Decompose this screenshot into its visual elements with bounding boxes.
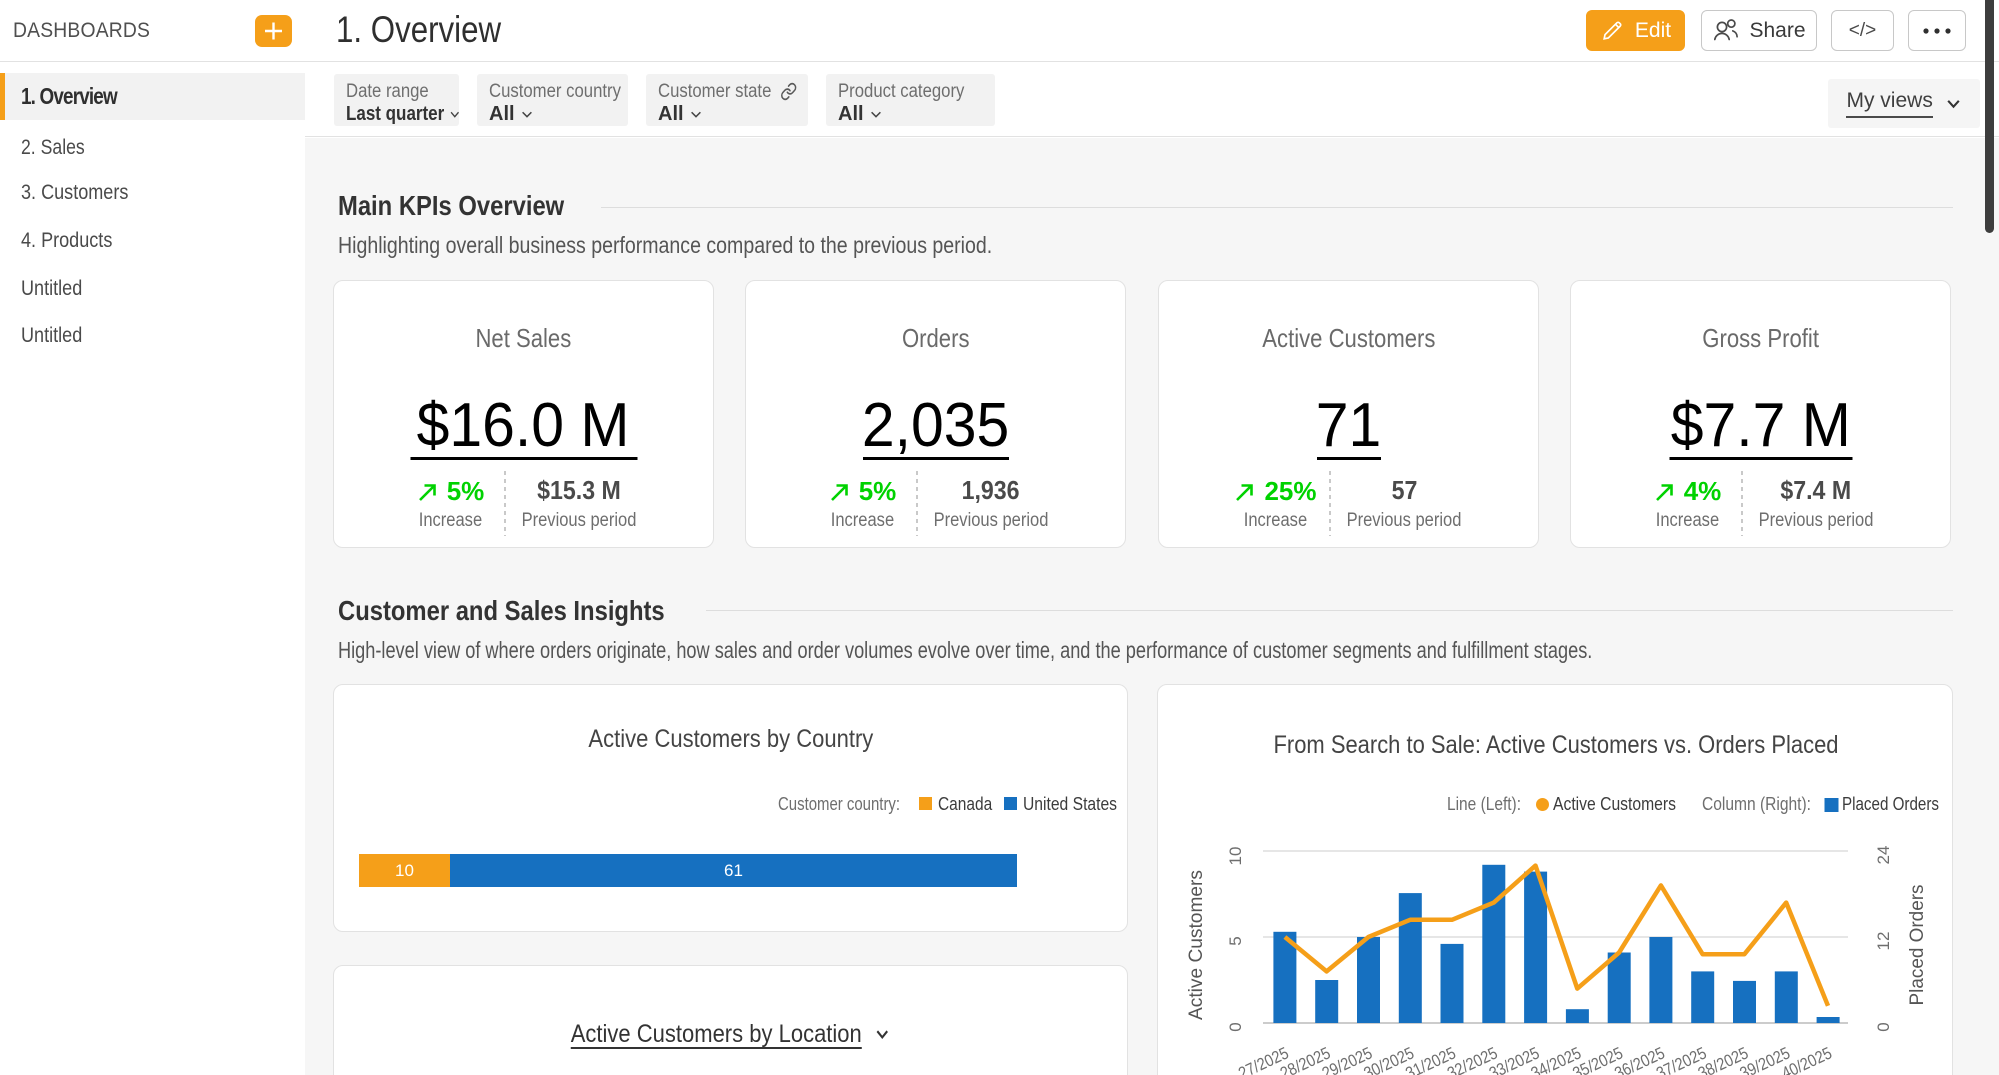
svg-text:Column (Right):: Column (Right):	[1702, 794, 1811, 814]
svg-text:0: 0	[1874, 1022, 1893, 1031]
svg-text:10: 10	[1226, 847, 1245, 866]
svg-text:Active Customers: Active Customers	[1553, 794, 1676, 814]
svg-text:12: 12	[1874, 932, 1893, 951]
svg-text:Placed Orders: Placed Orders	[1842, 794, 1939, 814]
svg-text:24: 24	[1874, 846, 1893, 865]
svg-text:Placed Orders: Placed Orders	[1907, 885, 1928, 1006]
svg-text:5: 5	[1226, 936, 1245, 945]
svg-text:0: 0	[1226, 1022, 1245, 1031]
svg-text:Active Customers: Active Customers	[1186, 870, 1207, 1020]
svg-text:From Search to Sale: Active Cu: From Search to Sale: Active Customers vs…	[1274, 731, 1839, 759]
svg-text:Line (Left):: Line (Left):	[1447, 794, 1521, 814]
